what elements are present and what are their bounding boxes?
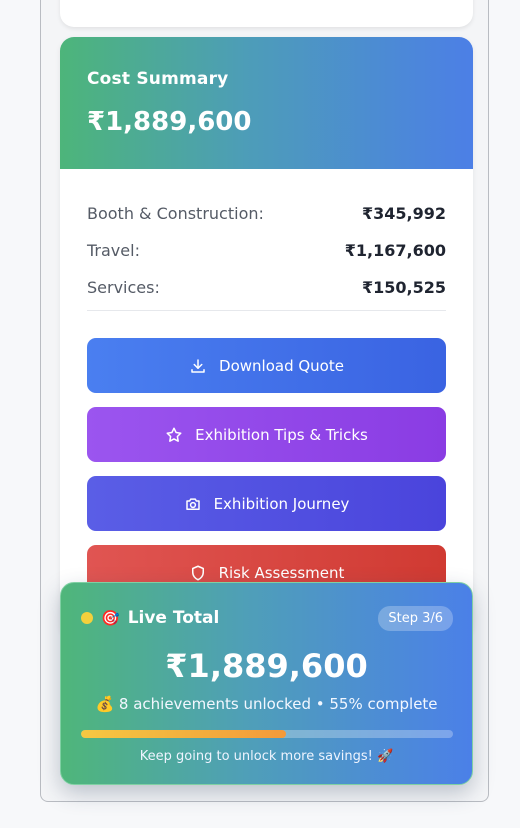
cost-row-travel: Travel: ₹1,167,600 (87, 232, 446, 269)
money-bag-icon: 💰 (95, 695, 115, 713)
live-total-panel: 🎯 Live Total Step 3/6 ₹1,889,600 💰 8 ach… (60, 582, 473, 785)
exhibition-tips-label: Exhibition Tips & Tricks (195, 425, 368, 444)
step-badge: Step 3/6 (378, 605, 453, 631)
achievement-stats: 💰 8 achievements unlocked • 55% complete (61, 695, 472, 713)
exhibition-tips-button[interactable]: Exhibition Tips & Tricks (87, 407, 446, 462)
risk-assessment-label: Risk Assessment (218, 563, 345, 582)
exhibition-journey-label: Exhibition Journey (213, 494, 350, 513)
download-quote-label: Download Quote (219, 356, 344, 375)
cost-summary-header: Cost Summary ₹1,889,600 (60, 37, 473, 169)
download-quote-button[interactable]: Download Quote (87, 338, 446, 393)
cost-row-services: Services: ₹150,525 (87, 269, 446, 306)
action-buttons: Download Quote Exhibition Tips & Tricks … (87, 338, 446, 600)
progress-bar (81, 730, 453, 738)
achievement-stats-text: 8 achievements unlocked • 55% complete (118, 695, 438, 713)
cost-summary-title: Cost Summary (87, 69, 229, 89)
encouragement-note: Keep going to unlock more savings! 🚀 (139, 749, 394, 764)
cost-row-value: ₹1,167,600 (344, 241, 446, 260)
download-icon (191, 358, 205, 373)
live-total-title: 🎯 Live Total (81, 608, 219, 628)
previous-card (60, 0, 473, 27)
cost-row-label: Booth & Construction: (87, 204, 264, 223)
status-dot (81, 612, 93, 624)
target-icon: 🎯 (101, 609, 120, 627)
star-icon (166, 427, 182, 442)
cost-row-label: Services: (87, 278, 160, 297)
cost-row-booth: Booth & Construction: ₹345,992 (87, 195, 446, 232)
camera-icon (185, 497, 200, 510)
cost-summary-body: Booth & Construction: ₹345,992 Travel: ₹… (60, 169, 473, 600)
live-total-label: Live Total (127, 608, 220, 628)
cost-row-label: Travel: (87, 241, 140, 260)
divider (87, 310, 446, 311)
live-total-amount: ₹1,889,600 (165, 647, 368, 685)
progress-fill (81, 730, 286, 738)
cost-row-value: ₹150,525 (361, 278, 446, 297)
exhibition-journey-button[interactable]: Exhibition Journey (87, 476, 446, 531)
cost-summary-total: ₹1,889,600 (87, 107, 252, 137)
shield-icon (191, 565, 204, 580)
cost-summary-card: Cost Summary ₹1,889,600 Booth & Construc… (60, 37, 473, 637)
live-total-header: 🎯 Live Total Step 3/6 (81, 605, 453, 631)
cost-row-value: ₹345,992 (361, 204, 446, 223)
